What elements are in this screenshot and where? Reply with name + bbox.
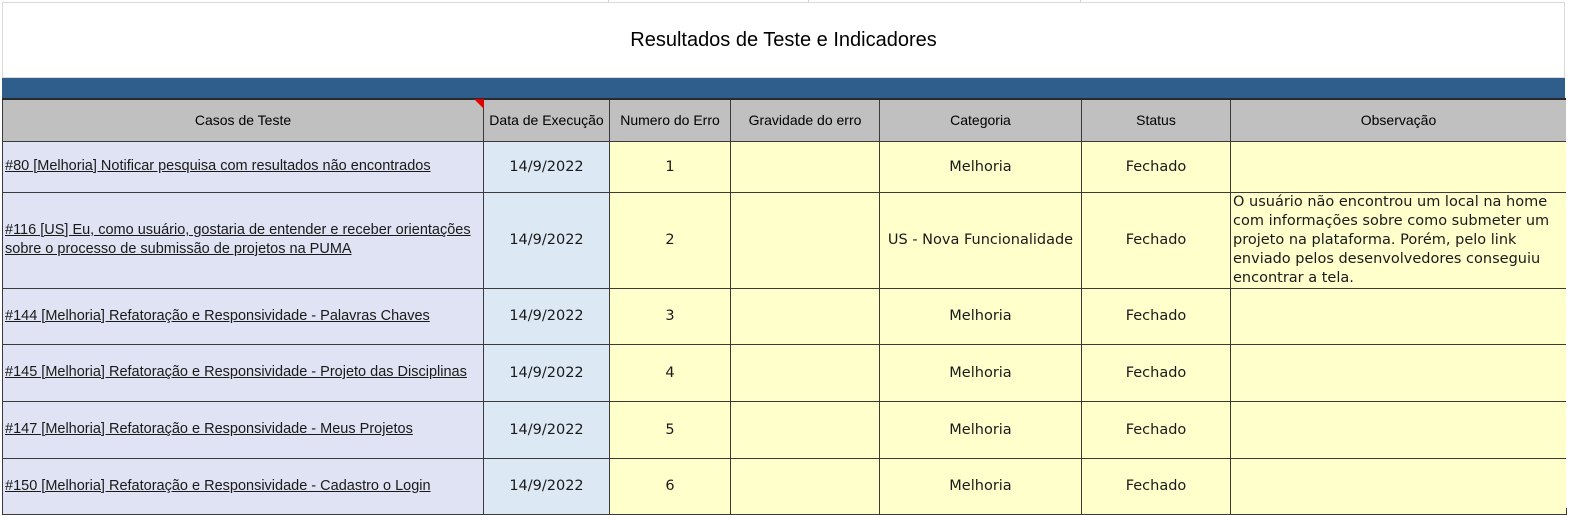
results-table: Casos de Teste Data de Execução Numero d… bbox=[2, 98, 1567, 515]
case-cell[interactable]: #150 [Melhoria] Refatoração e Responsivi… bbox=[2, 457, 484, 515]
table-row: #80 [Melhoria] Notificar pesquisa com re… bbox=[2, 140, 1567, 193]
table-row: #144 [Melhoria] Refatoração e Responsivi… bbox=[2, 287, 1567, 345]
header-categoria[interactable]: Categoria bbox=[879, 98, 1082, 142]
case-link[interactable]: #145 [Melhoria] Refatoração e Responsivi… bbox=[5, 364, 467, 380]
status-cell[interactable]: Fechado bbox=[1081, 287, 1231, 345]
observation-cell[interactable] bbox=[1230, 400, 1567, 459]
header-row: Casos de Teste Data de Execução Numero d… bbox=[2, 98, 1567, 142]
date-cell[interactable]: 14/9/2022 bbox=[483, 343, 610, 402]
table-row: #145 [Melhoria] Refatoração e Responsivi… bbox=[2, 343, 1567, 402]
table-row: #150 [Melhoria] Refatoração e Responsivi… bbox=[2, 457, 1567, 515]
case-link[interactable]: #144 [Melhoria] Refatoração e Responsivi… bbox=[5, 308, 430, 324]
case-cell[interactable]: #80 [Melhoria] Notificar pesquisa com re… bbox=[2, 140, 484, 193]
category-cell[interactable]: US - Nova Funcionalidade bbox=[879, 191, 1082, 289]
category-cell[interactable]: Melhoria bbox=[879, 400, 1082, 459]
observation-cell[interactable] bbox=[1230, 457, 1567, 515]
category-cell[interactable]: Melhoria bbox=[879, 343, 1082, 402]
error-number-cell[interactable]: 4 bbox=[609, 343, 731, 402]
severity-cell[interactable] bbox=[730, 343, 880, 402]
status-cell[interactable]: Fechado bbox=[1081, 343, 1231, 402]
severity-cell[interactable] bbox=[730, 191, 880, 289]
header-casos[interactable]: Casos de Teste bbox=[2, 98, 484, 142]
header-status[interactable]: Status bbox=[1081, 98, 1231, 142]
case-link[interactable]: #147 [Melhoria] Refatoração e Responsivi… bbox=[5, 421, 413, 437]
category-cell[interactable]: Melhoria bbox=[879, 457, 1082, 515]
observation-cell[interactable] bbox=[1230, 343, 1567, 402]
status-cell[interactable]: Fechado bbox=[1081, 140, 1231, 193]
header-observacao[interactable]: Observação bbox=[1230, 98, 1567, 142]
sheet-margin bbox=[1566, 0, 1593, 508]
header-band[interactable] bbox=[2, 78, 1565, 98]
error-number-cell[interactable]: 6 bbox=[609, 457, 731, 515]
case-cell[interactable]: #147 [Melhoria] Refatoração e Responsivi… bbox=[2, 400, 484, 459]
date-cell[interactable]: 14/9/2022 bbox=[483, 140, 610, 193]
date-cell[interactable]: 14/9/2022 bbox=[483, 287, 610, 345]
severity-cell[interactable] bbox=[730, 400, 880, 459]
date-cell[interactable]: 14/9/2022 bbox=[483, 191, 610, 289]
severity-cell[interactable] bbox=[730, 140, 880, 193]
error-number-cell[interactable]: 1 bbox=[609, 140, 731, 193]
category-cell[interactable]: Melhoria bbox=[879, 140, 1082, 193]
category-cell[interactable]: Melhoria bbox=[879, 287, 1082, 345]
error-number-cell[interactable]: 2 bbox=[609, 191, 731, 289]
header-gravidade[interactable]: Gravidade do erro bbox=[730, 98, 880, 142]
case-link[interactable]: #80 [Melhoria] Notificar pesquisa com re… bbox=[5, 158, 431, 174]
case-link[interactable]: #150 [Melhoria] Refatoração e Responsivi… bbox=[5, 478, 431, 494]
case-link[interactable]: #116 [US] Eu, como usuário, gostaria de … bbox=[5, 222, 471, 257]
title-cell[interactable]: Resultados de Teste e Indicadores bbox=[2, 2, 1565, 78]
table-row: #147 [Melhoria] Refatoração e Responsivi… bbox=[2, 400, 1567, 459]
observation-cell[interactable] bbox=[1230, 140, 1567, 193]
header-numero[interactable]: Numero do Erro bbox=[609, 98, 731, 142]
date-cell[interactable]: 14/9/2022 bbox=[483, 400, 610, 459]
status-cell[interactable]: Fechado bbox=[1081, 457, 1231, 515]
error-number-cell[interactable]: 5 bbox=[609, 400, 731, 459]
date-cell[interactable]: 14/9/2022 bbox=[483, 457, 610, 515]
comment-indicator-icon[interactable] bbox=[474, 99, 484, 109]
spreadsheet: Resultados de Teste e Indicadores Casos … bbox=[0, 0, 1593, 515]
severity-cell[interactable] bbox=[730, 287, 880, 345]
severity-cell[interactable] bbox=[730, 457, 880, 515]
case-cell[interactable]: #116 [US] Eu, como usuário, gostaria de … bbox=[2, 191, 484, 289]
status-cell[interactable]: Fechado bbox=[1081, 191, 1231, 289]
status-cell[interactable]: Fechado bbox=[1081, 400, 1231, 459]
header-data[interactable]: Data de Execução bbox=[483, 98, 610, 142]
error-number-cell[interactable]: 3 bbox=[609, 287, 731, 345]
table-row: #116 [US] Eu, como usuário, gostaria de … bbox=[2, 191, 1567, 289]
case-cell[interactable]: #145 [Melhoria] Refatoração e Responsivi… bbox=[2, 343, 484, 402]
observation-cell[interactable] bbox=[1230, 287, 1567, 345]
case-cell[interactable]: #144 [Melhoria] Refatoração e Responsivi… bbox=[2, 287, 484, 345]
observation-cell[interactable]: O usuário não encontrou um local na home… bbox=[1230, 191, 1567, 289]
sheet-title: Resultados de Teste e Indicadores bbox=[630, 28, 937, 51]
